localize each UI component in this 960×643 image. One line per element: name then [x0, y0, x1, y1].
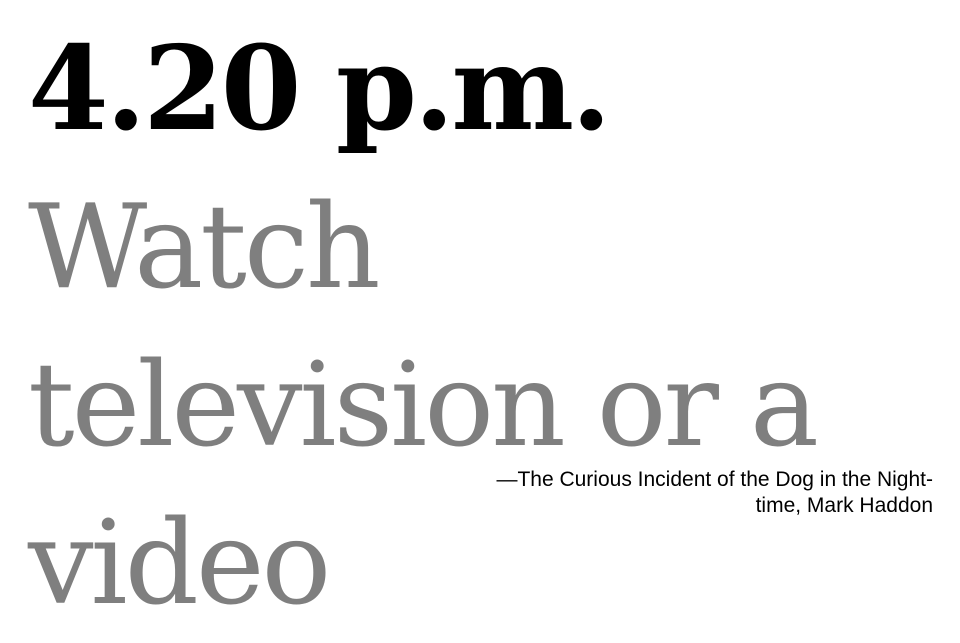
quote-text: Watch television or a video [28, 180, 819, 631]
attribution: —The Curious Incident of the Dog in the … [496, 468, 933, 517]
quote-block: 4.20 p.m. Watch television or a video [28, 10, 938, 643]
quote-time: 4.20 p.m. [28, 21, 612, 157]
